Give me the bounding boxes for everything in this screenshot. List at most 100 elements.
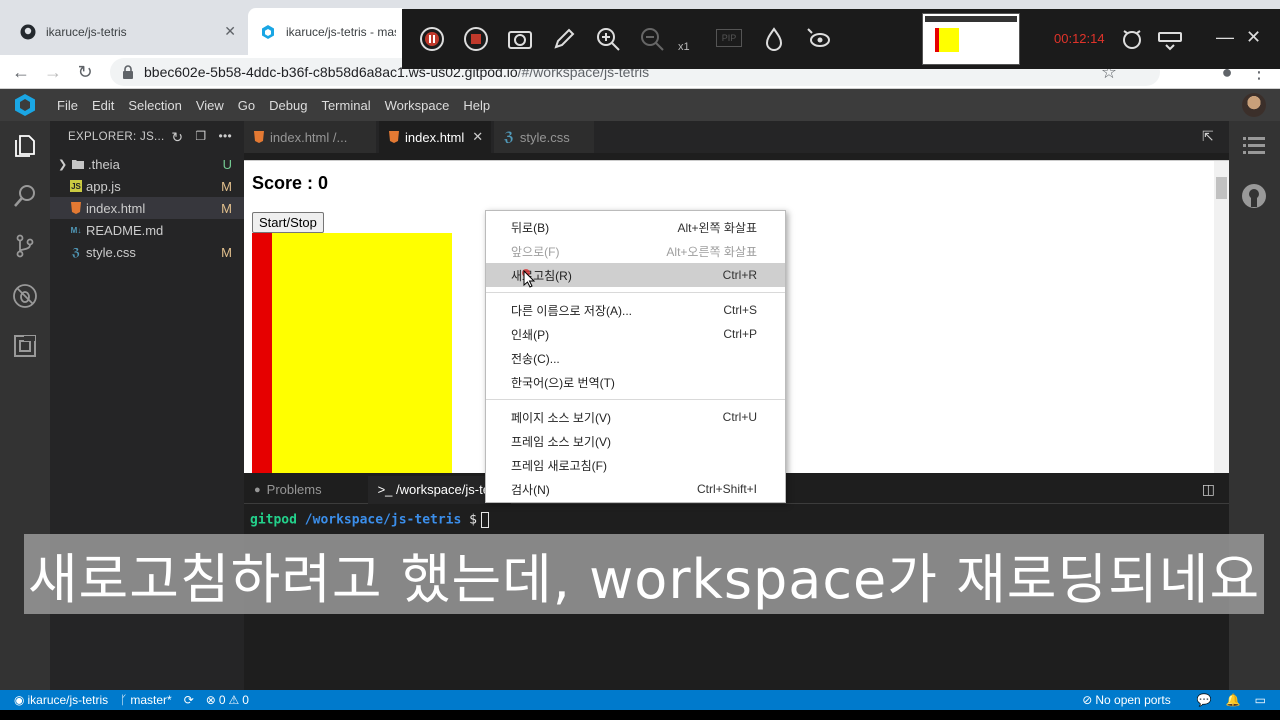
menu-item-reload-frame[interactable]: 프레임 새로고침(F)	[486, 453, 785, 477]
pause-record-icon[interactable]	[418, 25, 446, 53]
search-icon[interactable]	[12, 183, 38, 209]
tetris-board-edge	[252, 233, 272, 473]
menu-go[interactable]: Go	[231, 98, 262, 113]
refresh-icon[interactable]: ↻	[171, 129, 183, 146]
reload-icon[interactable]: ↻	[74, 61, 96, 83]
status-badge: U	[222, 156, 232, 172]
tab-style-css[interactable]: ℨ style.css	[494, 121, 594, 153]
collapse-all-icon[interactable]: ❐	[195, 129, 206, 146]
menu-item-view-frame-source[interactable]: 프레임 소스 보기(V)	[486, 429, 785, 453]
browser-tab-2[interactable]: ikaruce/js-tetris - mas	[248, 8, 408, 55]
browser-tab-title: ikaruce/js-tetris - mas	[286, 24, 396, 39]
zoom-in-icon[interactable]	[594, 25, 622, 53]
mouse-effect-icon[interactable]	[760, 25, 788, 53]
menu-item-translate[interactable]: 한국어(으)로 번역(T)	[486, 370, 785, 394]
terminal-cursor	[481, 512, 489, 528]
tab-problems[interactable]: ● Problems	[244, 476, 332, 504]
html-file-icon	[389, 131, 399, 143]
css-file-icon: ℨ	[504, 129, 514, 144]
menu-workspace[interactable]: Workspace	[378, 98, 457, 113]
more-actions-icon[interactable]: •••	[218, 129, 232, 146]
chevron-right-icon: ❯	[58, 158, 68, 171]
menu-item-save-as[interactable]: 다른 이름으로 저장(A)... Ctrl+S	[486, 298, 785, 322]
menu-separator	[486, 399, 785, 400]
close-tab-icon[interactable]: ✕	[224, 23, 236, 40]
file-item-theia[interactable]: ❯ .theia U	[50, 153, 244, 175]
menu-selection[interactable]: Selection	[121, 98, 188, 113]
menu-item-view-source[interactable]: 페이지 소스 보기(V) Ctrl+U	[486, 405, 785, 429]
github-icon[interactable]	[1241, 183, 1267, 209]
cursor-effect-icon[interactable]	[804, 25, 832, 53]
menu-item-cast[interactable]: 전송(C)...	[486, 346, 785, 370]
file-item-app-js[interactable]: JS app.js M	[50, 175, 244, 197]
menu-debug[interactable]: Debug	[262, 98, 314, 113]
editor-tabs: index.html /... index.html ✕ ℨ style.css…	[244, 121, 1229, 153]
menu-item-reload[interactable]: 새로고침(R) Ctrl+R	[486, 263, 785, 288]
menu-item-inspect[interactable]: 검사(N) Ctrl+Shift+I	[486, 477, 785, 501]
explorer-files-icon[interactable]	[12, 133, 38, 159]
gitpod-logo-icon	[0, 89, 50, 121]
pencil-icon[interactable]	[550, 25, 578, 53]
stop-record-icon[interactable]	[462, 25, 490, 53]
feedback-icon[interactable]: 💬	[1197, 693, 1212, 707]
maximize-panel-icon[interactable]: ◫	[1202, 481, 1215, 498]
subtitle-text: 새로고침하려고 했는데, workspace가 재로딩되네요	[27, 547, 1261, 611]
user-avatar[interactable]	[1242, 93, 1266, 117]
terminal-output[interactable]: gitpod /workspace/js-tetris $	[244, 504, 1229, 536]
github-icon: ◉	[14, 693, 25, 707]
status-badge: M	[221, 200, 232, 216]
extensions-icon[interactable]	[12, 333, 38, 359]
source-control-icon[interactable]	[12, 233, 38, 259]
zoom-out-icon[interactable]	[638, 25, 666, 53]
screen-recorder-toolbar: x1 PIP 00:12:14 — ✕	[402, 9, 1280, 69]
tab-index-html-preview[interactable]: index.html /...	[244, 121, 376, 153]
branch-status[interactable]: ᚴ master*	[120, 693, 172, 707]
menu-help[interactable]: Help	[456, 98, 497, 113]
camera-capture-icon[interactable]	[506, 25, 534, 53]
context-menu: 뒤로(B) Alt+왼쪽 화살표 앞으로(F) Alt+오른쪽 화살표 새로고침(R…	[485, 210, 786, 503]
score-label: Score : 0	[252, 173, 329, 193]
file-item-index-html[interactable]: index.html M	[50, 197, 244, 219]
debug-icon[interactable]	[12, 283, 38, 309]
start-stop-button[interactable]: Start/Stop	[252, 212, 324, 233]
explorer-header: EXPLORER: JS... ↻ ❐ •••	[50, 121, 244, 153]
menu-item-print[interactable]: 인쇄(P) Ctrl+P	[486, 322, 785, 346]
error-icon: ⊗	[205, 693, 216, 707]
recording-preview-thumbnail[interactable]	[922, 13, 1020, 65]
preview-scrollbar[interactable]	[1214, 161, 1229, 473]
bell-icon[interactable]: 🔔	[1226, 693, 1241, 707]
settings-panel-icon[interactable]	[1156, 25, 1184, 53]
menu-view[interactable]: View	[189, 98, 231, 113]
tab-index-html[interactable]: index.html ✕	[379, 121, 491, 153]
menu-terminal[interactable]: Terminal	[314, 98, 377, 113]
menu-item-back[interactable]: 뒤로(B) Alt+왼쪽 화살표	[486, 215, 785, 239]
browser-tab-1[interactable]: ikaruce/js-tetris ✕	[8, 8, 248, 55]
repo-status[interactable]: ◉ ikaruce/js-tetris	[14, 693, 108, 707]
sync-icon[interactable]: ⟳	[184, 693, 194, 707]
problems-status[interactable]: ⊗ 0 ⚠ 0	[206, 693, 249, 707]
markdown-file-icon: M↓	[70, 225, 82, 235]
back-arrow-icon[interactable]: ←	[10, 61, 32, 83]
close-tab-icon[interactable]: ✕	[472, 129, 483, 145]
outline-list-icon[interactable]	[1241, 133, 1267, 159]
ide-menubar: File Edit Selection View Go Debug Termin…	[0, 89, 1280, 121]
file-item-style-css[interactable]: ℨ style.css M	[50, 241, 244, 263]
css-file-icon: ℨ	[71, 246, 81, 259]
minimize-icon[interactable]: —	[1216, 27, 1234, 48]
menu-file[interactable]: File	[50, 98, 85, 113]
menu-edit[interactable]: Edit	[85, 98, 121, 113]
letterbox-bar	[0, 710, 1280, 720]
recording-timer: 00:12:14	[1054, 31, 1105, 46]
pip-icon[interactable]: PIP	[716, 29, 742, 47]
layout-icon[interactable]: ▭	[1255, 693, 1266, 707]
close-icon[interactable]: ✕	[1246, 27, 1261, 48]
forward-arrow-icon[interactable]: →	[42, 61, 64, 83]
ports-status[interactable]: ⊘ No open ports	[1082, 693, 1170, 707]
html-file-icon	[254, 131, 264, 143]
open-in-new-icon[interactable]: ⇱	[1202, 128, 1214, 145]
file-item-readme[interactable]: M↓ README.md	[50, 219, 244, 241]
gitpod-icon	[260, 24, 276, 40]
menu-item-forward[interactable]: 앞으로(F) Alt+오른쪽 화살표	[486, 239, 785, 263]
zoom-level-label: x1	[678, 41, 690, 53]
alarm-clock-icon[interactable]	[1118, 25, 1146, 53]
